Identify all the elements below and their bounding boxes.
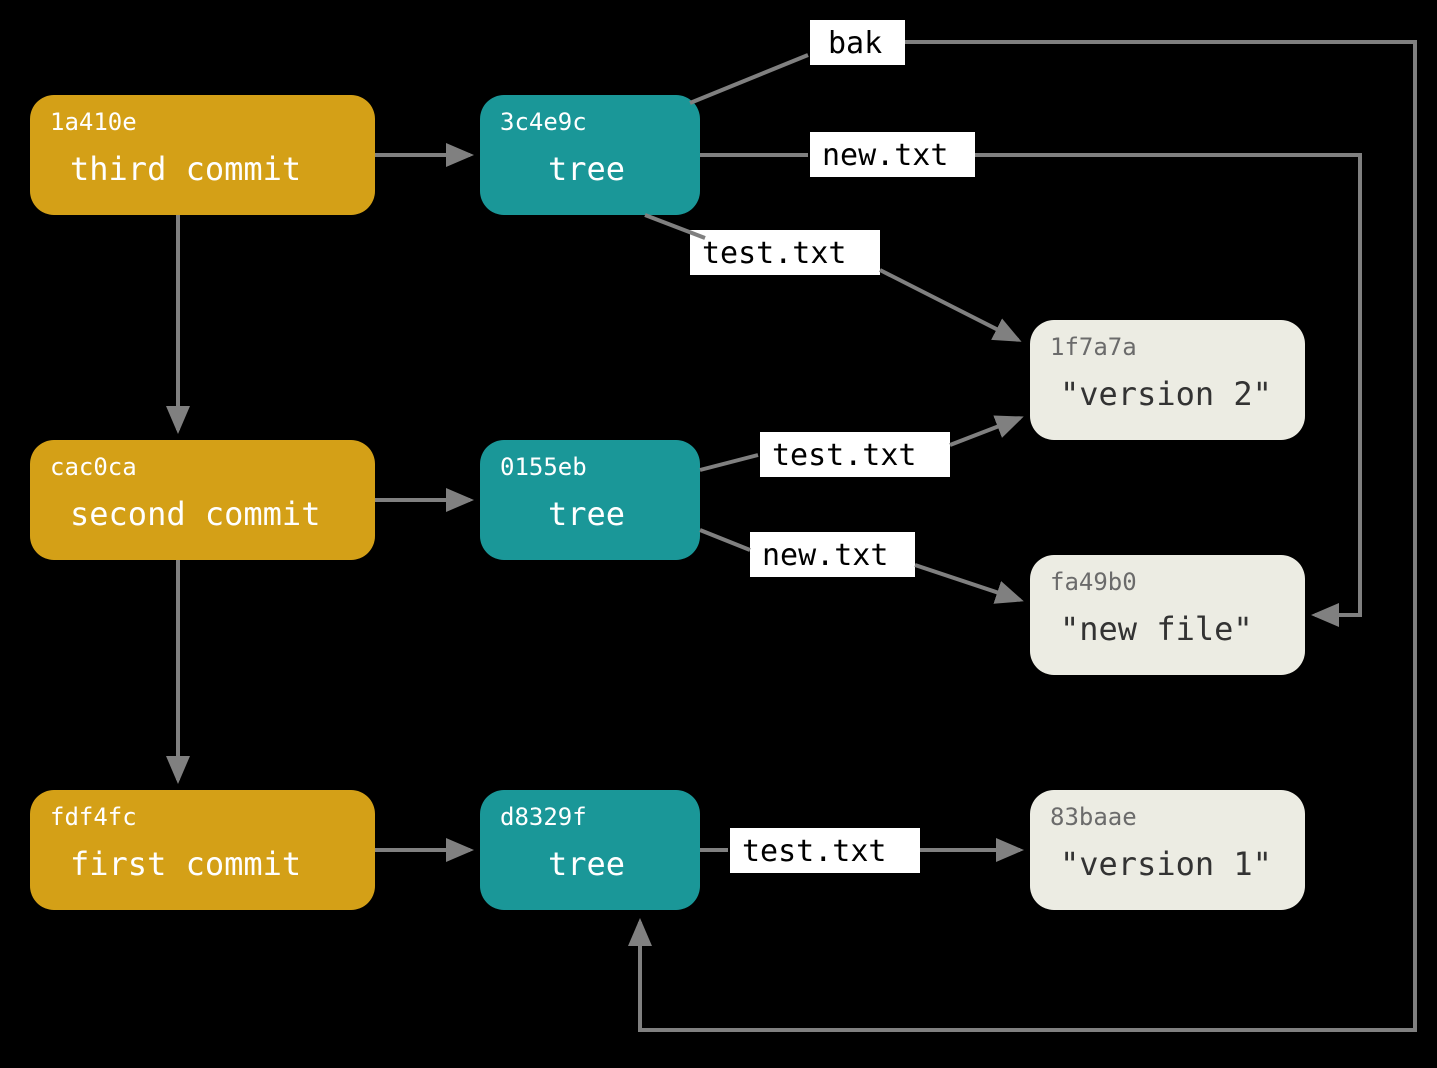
- blob-v2-hash: 1f7a7a: [1050, 333, 1137, 361]
- arrow-tree3-testtxt: [645, 215, 705, 238]
- commit-first: fdf4fc first commit: [30, 790, 375, 910]
- commit-second-hash: cac0ca: [50, 453, 137, 481]
- commit-first-label: first commit: [70, 845, 301, 883]
- tree-1: d8329f tree: [480, 790, 700, 910]
- svg-text:test.txt: test.txt: [772, 438, 917, 473]
- tree-3-label: tree: [548, 150, 625, 188]
- blob-newfile: fa49b0 "new file": [1030, 555, 1305, 675]
- tree-2: 0155eb tree: [480, 440, 700, 560]
- svg-text:test.txt: test.txt: [702, 236, 847, 271]
- label-testtxt-mid: test.txt: [760, 432, 950, 477]
- arrow-tree3-bak: [690, 55, 808, 103]
- tree-3-hash: 3c4e9c: [500, 108, 587, 136]
- tree-1-label: tree: [548, 845, 625, 883]
- arrow-testtxt-mid-v2: [950, 418, 1020, 445]
- commit-third-label: third commit: [70, 150, 301, 188]
- label-testtxt-bottom: test.txt: [730, 828, 920, 873]
- commit-third-hash: 1a410e: [50, 108, 137, 136]
- arrow-tree2-testtxt: [700, 455, 758, 470]
- label-testtxt-top: test.txt: [690, 230, 880, 275]
- commit-second: cac0ca second commit: [30, 440, 375, 560]
- arrow-testtxt-top-v2: [880, 270, 1018, 340]
- blob-version2: 1f7a7a "version 2": [1030, 320, 1305, 440]
- arrow-newtxt-mid-nf: [915, 565, 1020, 600]
- svg-text:bak: bak: [828, 26, 882, 61]
- tree-3: 3c4e9c tree: [480, 95, 700, 215]
- commit-second-label: second commit: [70, 495, 320, 533]
- svg-text:new.txt: new.txt: [822, 138, 948, 173]
- blob-version1: 83baae "version 1": [1030, 790, 1305, 910]
- label-newtxt-top: new.txt: [810, 132, 975, 177]
- blob-v1-hash: 83baae: [1050, 803, 1137, 831]
- svg-text:new.txt: new.txt: [762, 538, 888, 573]
- commit-first-hash: fdf4fc: [50, 803, 137, 831]
- blob-v2-content: "version 2": [1060, 375, 1272, 413]
- tree-1-hash: d8329f: [500, 803, 587, 831]
- label-bak: bak: [810, 20, 905, 65]
- blob-nf-hash: fa49b0: [1050, 568, 1137, 596]
- label-newtxt-mid: new.txt: [750, 532, 915, 577]
- tree-2-label: tree: [548, 495, 625, 533]
- commit-third: 1a410e third commit: [30, 95, 375, 215]
- tree-2-hash: 0155eb: [500, 453, 587, 481]
- blob-nf-content: "new file": [1060, 610, 1253, 648]
- git-object-diagram: 1a410e third commit cac0ca second commit…: [0, 0, 1437, 1068]
- svg-text:test.txt: test.txt: [742, 834, 887, 869]
- arrow-tree2-newtxt: [700, 530, 750, 550]
- blob-v1-content: "version 1": [1060, 845, 1272, 883]
